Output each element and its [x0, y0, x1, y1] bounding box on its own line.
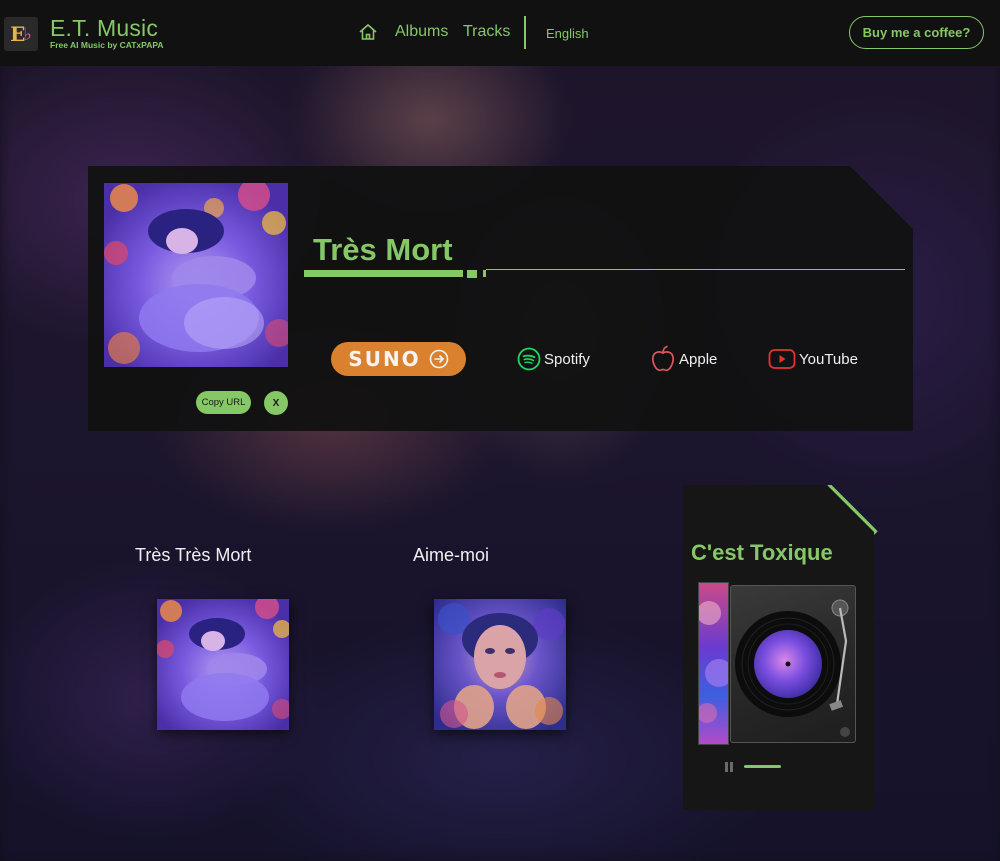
nav-tracks-link[interactable]: Tracks	[463, 23, 510, 41]
now-playing-title: C'est Toxique	[691, 540, 833, 565]
apple-label: Apple	[679, 350, 718, 368]
home-icon[interactable]	[358, 22, 378, 42]
related-track-title[interactable]: Très Très Mort	[135, 545, 251, 566]
brand-name[interactable]: E.T. Music	[50, 15, 158, 42]
youtube-icon	[768, 349, 796, 369]
vinyl-record-icon	[735, 599, 850, 737]
copy-url-button[interactable]: Copy URL	[196, 391, 251, 414]
brand-tagline: Free AI Music by CATxPAPA	[50, 40, 164, 50]
title-underline-line	[486, 269, 905, 270]
now-playing-card: C'est Toxique	[683, 485, 874, 810]
title-underline-square	[467, 270, 477, 278]
buy-coffee-button[interactable]: Buy me a coffee?	[849, 16, 984, 49]
youtube-label: YouTube	[799, 350, 858, 368]
related-track-cover[interactable]	[157, 599, 289, 730]
logo-icon[interactable]: E ♭	[4, 17, 38, 51]
related-track-title[interactable]: Aime-moi	[413, 545, 489, 566]
nav-divider	[524, 16, 526, 49]
spotify-icon	[517, 347, 541, 371]
related-track-cover[interactable]	[434, 599, 566, 730]
title-underline	[304, 270, 463, 277]
track-cover-image	[104, 183, 288, 367]
spotify-label: Spotify	[544, 350, 590, 368]
apple-music-link[interactable]: Apple	[650, 344, 717, 374]
suno-button[interactable]: SUNO	[331, 342, 466, 376]
spotify-link[interactable]: Spotify	[517, 344, 590, 374]
x-share-button[interactable]: X	[264, 391, 288, 415]
suno-label: SUNO	[348, 347, 421, 371]
youtube-link[interactable]: YouTube	[768, 344, 858, 374]
nav-albums-link[interactable]: Albums	[395, 23, 448, 41]
pause-icon[interactable]	[725, 762, 733, 772]
album-sleeve-image	[698, 582, 729, 745]
track-title: Très Mort	[313, 232, 453, 267]
arrow-right-circle-icon	[429, 349, 448, 369]
apple-icon	[651, 345, 675, 372]
top-navbar: E ♭ E.T. Music Free AI Music by CATxPAPA …	[0, 0, 1000, 66]
title-underline-tick	[483, 270, 486, 277]
turntable	[730, 585, 856, 743]
playback-progress-bar[interactable]	[744, 765, 781, 768]
language-selector[interactable]: English	[546, 26, 589, 41]
track-detail-card: Copy URL X Très Mort SUNO Spotify Apple	[88, 166, 913, 431]
